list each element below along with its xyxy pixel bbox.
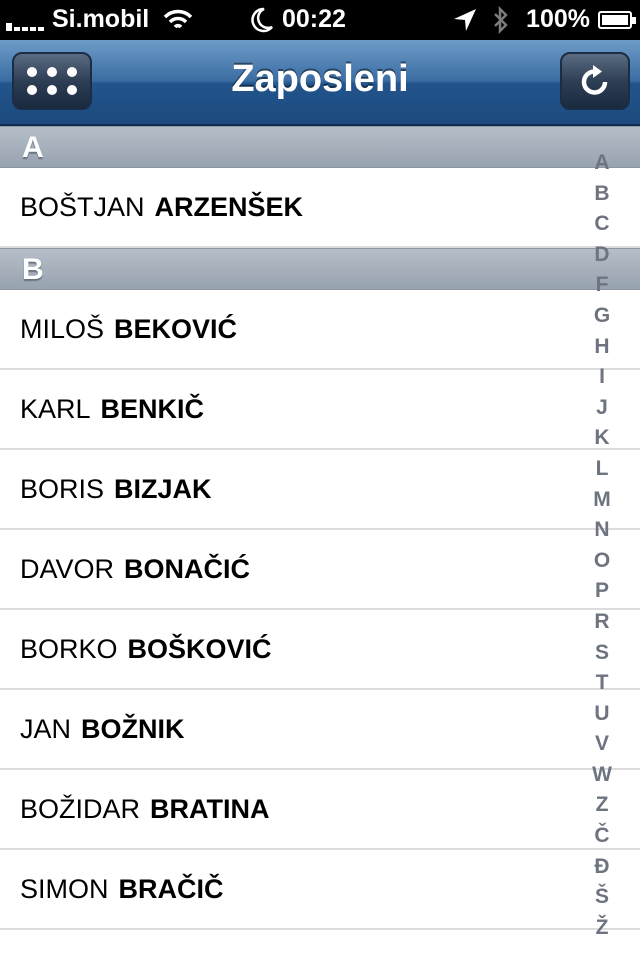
index-letter[interactable]: D — [590, 240, 614, 271]
last-name: BRATINA — [150, 794, 270, 824]
first-name: SIMON — [20, 874, 109, 904]
index-letter[interactable]: L — [590, 454, 614, 485]
last-name: BENKIČ — [100, 394, 205, 424]
list-item[interactable]: DAVOR BONAČIĆ — [0, 530, 640, 610]
list-item[interactable]: KARL BENKIČ — [0, 370, 640, 450]
index-letter[interactable]: B — [590, 179, 614, 210]
navigation-bar: Zaposleni — [0, 40, 640, 126]
first-name: BORIS — [20, 474, 105, 504]
refresh-button[interactable] — [560, 52, 630, 110]
last-name: BONAČIĆ — [124, 554, 251, 584]
first-name: MILOŠ — [20, 314, 105, 344]
last-name: BIZJAK — [114, 474, 212, 504]
status-left: Si.mobil — [6, 5, 193, 34]
index-letter[interactable]: Š — [590, 882, 614, 913]
last-name: BEKOVIĆ — [114, 314, 238, 344]
first-name: BORKO — [20, 634, 118, 664]
index-letter[interactable]: R — [590, 607, 614, 638]
wifi-icon — [163, 9, 193, 28]
index-letter[interactable]: K — [590, 423, 614, 454]
list-item[interactable]: BOŽIDAR BRATINA — [0, 770, 640, 850]
index-letter[interactable]: U — [590, 699, 614, 730]
index-letter[interactable]: W — [590, 760, 614, 791]
status-center: 00:22 — [250, 5, 346, 34]
list-item[interactable]: BORKO BOŠKOVIĆ — [0, 610, 640, 690]
index-letter[interactable]: Đ — [590, 852, 614, 883]
section-header-a: A — [0, 126, 640, 168]
battery-icon — [598, 10, 636, 29]
last-name: BOŠKOVIĆ — [127, 634, 272, 664]
list-item[interactable]: BOŠTJAN ARZENŠEK — [0, 168, 640, 248]
index-letter[interactable]: A — [590, 148, 614, 179]
signal-icon — [6, 9, 46, 31]
last-name: BRAČIČ — [118, 874, 224, 904]
index-letter[interactable]: H — [590, 332, 614, 363]
moon-icon — [251, 7, 273, 32]
index-letter[interactable]: M — [590, 485, 614, 516]
first-name: DAVOR — [20, 554, 115, 584]
index-letter[interactable]: S — [590, 638, 614, 669]
index-letter[interactable]: J — [590, 393, 614, 424]
index-letter[interactable]: T — [590, 668, 614, 699]
list-item[interactable]: BORIS BIZJAK — [0, 450, 640, 530]
index-letter[interactable]: I — [590, 362, 614, 393]
index-letter[interactable]: P — [590, 576, 614, 607]
index-letter[interactable]: Z — [590, 790, 614, 821]
page-title: Zaposleni — [231, 58, 409, 100]
index-letter[interactable]: F — [590, 270, 614, 301]
employee-list: A BOŠTJAN ARZENŠEK B MILOŠ BEKOVIĆ KARL BEN… — [0, 126, 640, 930]
section-index[interactable]: A B C D F G H I J K L M N O P R S T U V … — [590, 148, 614, 943]
first-name: BOŠTJAN — [20, 192, 145, 222]
index-letter[interactable]: O — [590, 546, 614, 577]
refresh-icon — [581, 65, 608, 95]
index-letter[interactable]: N — [590, 515, 614, 546]
first-name: JAN — [20, 714, 72, 744]
section-letter: B — [22, 253, 44, 286]
status-bar: Si.mobil 00:22 100% — [0, 0, 640, 40]
status-right: 100% — [452, 5, 636, 34]
last-name: BOŽNIK — [81, 714, 185, 744]
clock-time: 00:22 — [282, 5, 346, 33]
index-letter[interactable]: V — [590, 729, 614, 760]
index-letter[interactable]: C — [590, 209, 614, 240]
location-arrow-icon — [454, 8, 477, 31]
first-name: KARL — [20, 394, 91, 424]
carrier-label: Si.mobil — [52, 5, 150, 33]
list-item[interactable]: MILOŠ BEKOVIĆ — [0, 290, 640, 370]
index-letter[interactable]: Č — [590, 821, 614, 852]
index-letter[interactable]: Ž — [590, 913, 614, 944]
battery-percent: 100% — [526, 5, 590, 33]
section-header-b: B — [0, 248, 640, 290]
index-letter[interactable]: G — [590, 301, 614, 332]
list-item[interactable]: SIMON BRAČIČ — [0, 850, 640, 930]
list-item[interactable]: JAN BOŽNIK — [0, 690, 640, 770]
first-name: BOŽIDAR — [20, 794, 141, 824]
last-name: ARZENŠEK — [154, 192, 304, 222]
section-letter: A — [22, 131, 44, 164]
bluetooth-icon — [494, 5, 508, 34]
